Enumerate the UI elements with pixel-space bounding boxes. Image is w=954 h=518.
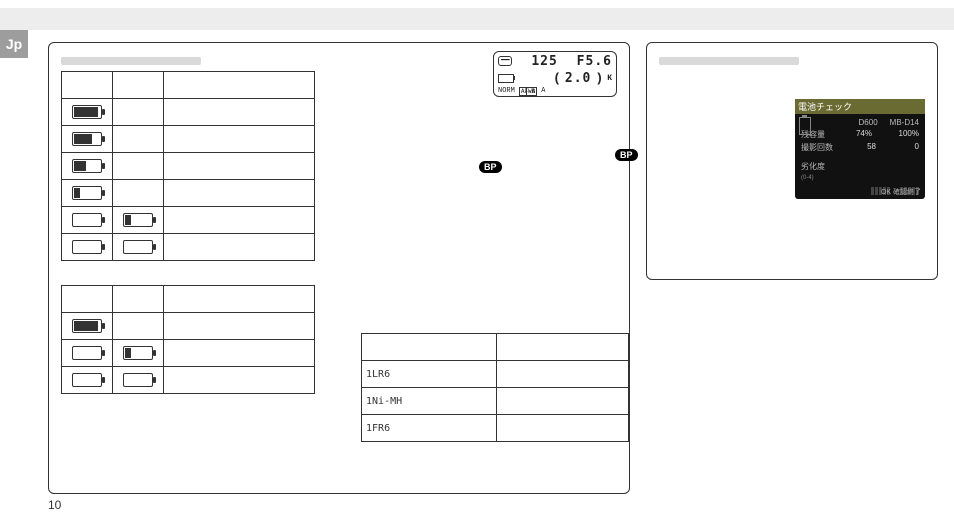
battery-vertical-icon bbox=[799, 117, 811, 135]
table-row bbox=[62, 234, 315, 261]
battery-low-alt-icon bbox=[123, 346, 153, 360]
table-header-row bbox=[362, 334, 629, 361]
language-tab-jp: Jp bbox=[0, 30, 28, 58]
battery-empty-icon bbox=[72, 240, 102, 254]
screen-row-calibration: 劣化度 (0-4) bbox=[801, 161, 919, 181]
lcd-wb-auto: A bbox=[541, 87, 545, 95]
table-header-row bbox=[62, 72, 315, 99]
table-row: 1LR6 bbox=[362, 361, 629, 388]
column-d600: D600 bbox=[859, 118, 878, 127]
row-value-mbd14: 0 bbox=[889, 142, 919, 153]
battery-type-label: LR6 bbox=[372, 369, 390, 380]
screen-row-shots: 撮影回数 58 0 bbox=[801, 142, 919, 153]
left-content-panel: ━━ 125 F5.6 ( 2.0 ) K NORM AF-A WB A bbox=[48, 42, 630, 494]
battery-quarter-icon bbox=[72, 186, 102, 200]
lcd-aperture: F5.6 bbox=[577, 54, 612, 69]
section-heading-placeholder bbox=[659, 57, 799, 65]
section-heading-placeholder bbox=[61, 57, 201, 65]
lcd-bracket-right: ) bbox=[595, 71, 603, 86]
row-value-d600: 74% bbox=[842, 129, 872, 140]
right-content-panel: 電池チェック D600 MB-D14 残容量 74% 100% 撮影回数 58 … bbox=[646, 42, 938, 280]
lcd-wb-label: WB bbox=[526, 87, 537, 96]
screen-row-remaining: 残容量 74% 100% bbox=[801, 129, 919, 140]
battery-full-icon bbox=[72, 319, 102, 333]
row-value-d600: 58 bbox=[846, 142, 876, 153]
table-row bbox=[62, 207, 315, 234]
table-row bbox=[62, 126, 315, 153]
bp-indicator-icon: BP bbox=[479, 161, 502, 173]
top-header-bar bbox=[0, 8, 954, 30]
battery-empty-alt-icon bbox=[123, 373, 153, 387]
battery-empty-icon bbox=[72, 373, 102, 387]
camera-rear-lcd-battery-info: 電池チェック D600 MB-D14 残容量 74% 100% 撮影回数 58 … bbox=[795, 99, 925, 199]
table-row bbox=[62, 99, 315, 126]
battery-level-table-1 bbox=[61, 71, 315, 261]
lcd-bracket-left: ( bbox=[553, 71, 561, 86]
battery-low-icon bbox=[72, 346, 102, 360]
camera-top-lcd: ━━ 125 F5.6 ( 2.0 ) K NORM AF-A WB A bbox=[493, 51, 617, 97]
battery-full-icon bbox=[72, 105, 102, 119]
screen-footer-hint: OK 確認終了 bbox=[881, 187, 921, 197]
table-row: 1FR6 bbox=[362, 415, 629, 442]
table-row: 1Ni-MH bbox=[362, 388, 629, 415]
screen-column-headers: D600 MB-D14 bbox=[801, 118, 919, 127]
table-row bbox=[62, 153, 315, 180]
lcd-quality-norm: NORM bbox=[498, 87, 515, 95]
screen-title: 電池チェック bbox=[795, 99, 925, 114]
battery-type-label: FR6 bbox=[372, 423, 390, 434]
lcd-shutter-speed: 125 bbox=[531, 54, 557, 69]
battery-half-icon bbox=[72, 159, 102, 173]
bp-indicator-icon: BP bbox=[615, 149, 638, 161]
table-row bbox=[62, 313, 315, 340]
table-row bbox=[62, 367, 315, 394]
battery-type-label: Ni-MH bbox=[372, 396, 402, 407]
row-value-mbd14: 100% bbox=[889, 129, 919, 140]
memory-card-icon: ━━ bbox=[498, 56, 512, 66]
lcd-k-indicator: K bbox=[607, 74, 612, 83]
battery-three-quarter-icon bbox=[72, 132, 102, 146]
row-label: 撮影回数 bbox=[801, 142, 833, 153]
page-number: 10 bbox=[48, 498, 61, 512]
table-row bbox=[62, 180, 315, 207]
lcd-frame-count: 2.0 bbox=[565, 71, 591, 86]
table-header-row bbox=[62, 286, 315, 313]
battery-level-table-2 bbox=[61, 285, 315, 394]
battery-low-icon bbox=[72, 213, 102, 227]
battery-low-alt-icon bbox=[123, 213, 153, 227]
row-label: 劣化度 (0-4) bbox=[801, 161, 825, 181]
battery-type-table: 1LR6 1Ni-MH 1FR6 bbox=[361, 333, 629, 442]
battery-empty-alt-icon bbox=[123, 240, 153, 254]
lcd-battery-icon bbox=[498, 74, 514, 83]
column-mbd14: MB-D14 bbox=[890, 118, 919, 127]
table-row bbox=[62, 340, 315, 367]
